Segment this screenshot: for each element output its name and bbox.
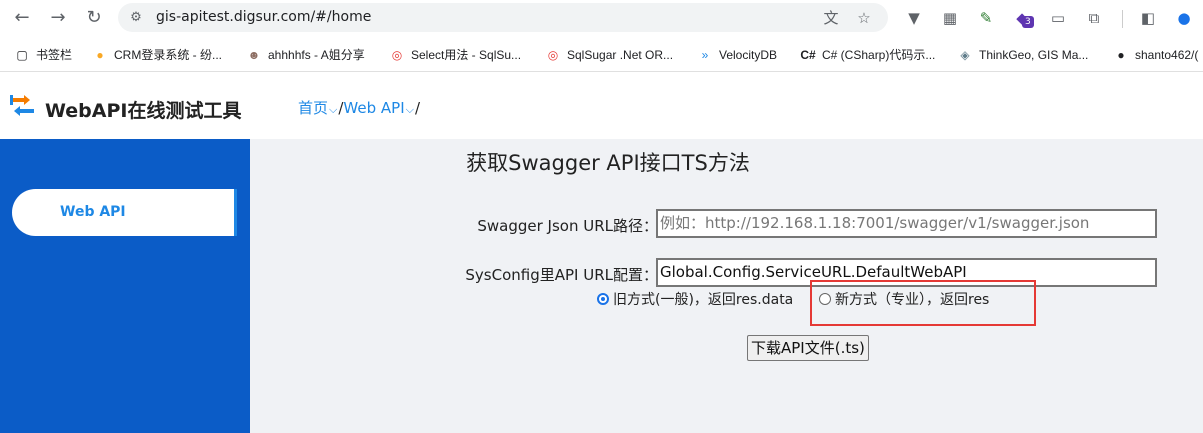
chevron-down-icon[interactable]: ⌵ xyxy=(329,103,337,116)
github-icon: ● xyxy=(1117,48,1125,62)
bookmark-item[interactable]: ● CRM登录系统 - 纷... xyxy=(92,46,222,64)
side-panel-icon[interactable]: ◧ xyxy=(1136,6,1160,30)
bookmark-item[interactable]: C# C# (CSharp)代码示... xyxy=(800,46,935,64)
extension-icon[interactable]: ✎ xyxy=(974,6,998,30)
breadcrumb-home[interactable]: 首页 xyxy=(298,99,328,117)
forward-icon[interactable]: → xyxy=(46,6,70,30)
site-info-icon[interactable]: ⚙ xyxy=(126,8,146,28)
breadcrumb-web-api[interactable]: Web API xyxy=(343,99,404,117)
swagger-url-input[interactable]: 例如：http://192.168.1.18:7001/swagger/v1/s… xyxy=(656,209,1157,238)
main-content: 获取Swagger API接口TS方法 Swagger Json URL路径： … xyxy=(250,139,1203,433)
sidebar: Web API xyxy=(0,139,250,433)
download-api-button[interactable]: 下载API文件(.ts) xyxy=(747,335,869,361)
browser-toolbar: ← → ↻ ⚙ gis-apitest.digsur.com/#/home 文 … xyxy=(0,0,1203,36)
thinkgeo-icon: ◈ xyxy=(960,48,970,62)
app-logo-icon xyxy=(10,95,34,116)
qr-icon[interactable]: ▦ xyxy=(938,6,962,30)
radio-old-mode[interactable]: 旧方式(一般)，返回res.data xyxy=(597,291,793,309)
bookmark-star-icon[interactable]: ☆ xyxy=(853,7,875,29)
sqlsugar-icon: ◎ xyxy=(391,48,403,62)
translate-icon[interactable]: 文 xyxy=(820,7,842,29)
highlight-box xyxy=(810,280,1036,326)
address-bar[interactable]: ⚙ gis-apitest.digsur.com/#/home 文 ☆ xyxy=(118,3,888,32)
back-icon[interactable]: ← xyxy=(10,6,34,30)
bookmark-item[interactable]: ☻ ahhhhfs - A姐分享 xyxy=(246,46,365,64)
extension-badge: 3 xyxy=(1022,16,1034,28)
swagger-url-label: Swagger Json URL路径： xyxy=(477,217,658,235)
app-header: WebAPI在线测试工具 首页⌵/Web API⌵/ xyxy=(0,73,1203,139)
profile-icon[interactable]: ● xyxy=(1172,6,1196,30)
sqlsugar-icon: ◎ xyxy=(547,48,559,62)
sysconfig-value: Global.Config.ServiceURL.DefaultWebAPI xyxy=(660,263,967,281)
page-title: 获取Swagger API接口TS方法 xyxy=(466,151,750,175)
ahhhhfs-icon: ☻ xyxy=(247,48,261,62)
sidebar-item-web-api[interactable]: Web API xyxy=(12,189,237,236)
folder-icon: ▢ xyxy=(16,48,28,62)
bookmark-item[interactable]: ◎ SqlSugar .Net OR... xyxy=(545,46,673,64)
bookmark-item[interactable]: ◈ ThinkGeo, GIS Ma... xyxy=(957,46,1088,64)
bookmark-item[interactable]: ● shanto462/( xyxy=(1113,46,1198,64)
bookmark-item[interactable]: ◎ Select用法 - SqlSu... xyxy=(389,46,521,64)
radio-button-checked[interactable] xyxy=(597,293,609,305)
chevron-down-icon[interactable]: ⌵ xyxy=(406,103,414,116)
extension-icon[interactable]: ▭ xyxy=(1046,6,1070,30)
toolbar-divider xyxy=(1122,10,1123,28)
crm-icon: ● xyxy=(96,48,104,62)
url-text[interactable]: gis-apitest.digsur.com/#/home xyxy=(156,8,371,27)
sidebar-item-label: Web API xyxy=(60,204,126,220)
swagger-url-placeholder: 例如：http://192.168.1.18:7001/swagger/v1/s… xyxy=(660,214,1090,232)
velocitydb-icon: » xyxy=(701,48,709,62)
extension-icon[interactable]: ◆ 3 xyxy=(1010,6,1034,30)
app-title: WebAPI在线测试工具 xyxy=(45,100,242,122)
bookmarks-bar: ▢ 书签栏 ● CRM登录系统 - 纷... ☻ ahhhhfs - A姐分享 ◎ Se… xyxy=(0,38,1203,72)
radio-old-label: 旧方式(一般)，返回res.data xyxy=(613,292,794,308)
extension-icon[interactable]: ▼ xyxy=(902,6,926,30)
csharp-icon: C# xyxy=(800,48,816,62)
bookmark-item[interactable]: » VelocityDB xyxy=(697,46,777,64)
bookmark-item[interactable]: ▢ 书签栏 xyxy=(14,46,72,64)
reload-icon[interactable]: ↻ xyxy=(82,6,106,30)
breadcrumb-separator: / xyxy=(414,99,421,117)
breadcrumb: 首页⌵/Web API⌵/ xyxy=(298,98,420,120)
extensions-puzzle-icon[interactable]: ⧉ xyxy=(1082,6,1106,30)
sysconfig-label: SysConfig里API URL配置： xyxy=(465,266,658,284)
